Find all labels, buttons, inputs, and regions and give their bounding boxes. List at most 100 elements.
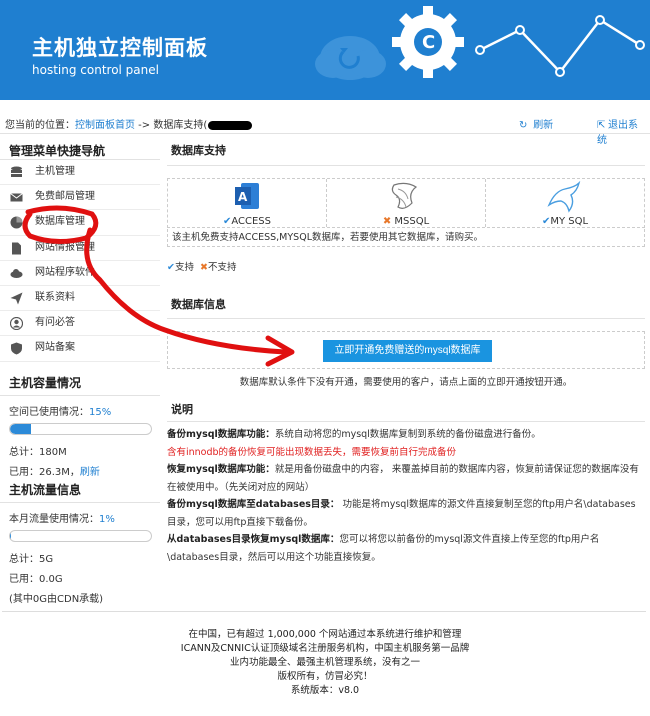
mysql-dolphin-icon (547, 181, 581, 213)
capacity-panel: 主机容量情况 空间已使用情况：15% 总计：180M 已用：26.3M，刷新 (0, 374, 160, 478)
traffic-panel: 主机流量信息 本月流量使用情况：1% 总计：5G 已用：0.0G (其中0G由C… (0, 481, 160, 605)
divider (0, 395, 160, 396)
sidebar-item-host[interactable]: 主机管理 (0, 160, 160, 186)
legend-supported: 支持 (174, 262, 194, 273)
capacity-progress-bar (9, 423, 152, 435)
sidebar-item-database[interactable]: 数据库管理 (0, 210, 160, 236)
sidebar-item-software[interactable]: 网站程序软件 (0, 261, 160, 286)
open-free-mysql-button[interactable]: 立即开通免费赠送的mysql数据库 (323, 340, 492, 362)
sidebar-item-icp[interactable]: 网站备案 (0, 336, 160, 362)
explain-warning: 含有innodb的备份恢复可能出现数据丢失，需要恢复前自行完成备份 (167, 446, 457, 458)
capacity-title: 主机容量情况 (9, 376, 82, 390)
explain-backup: 备份mysql数据库功能：系统自动将您的mysql数据库复制到系统的备份磁盘进行… (167, 426, 645, 444)
refresh-icon: ↻ (519, 120, 528, 131)
svg-text:C: C (422, 32, 435, 53)
shield-icon (10, 342, 23, 355)
svg-text:A: A (238, 190, 248, 204)
explain-todir-label: 备份mysql数据库至databases目录： (167, 499, 340, 510)
user-icon (10, 317, 23, 331)
refresh-link[interactable]: ↻ 刷新 (519, 116, 553, 131)
support-legend: ✔支持 ✖不支持 (167, 259, 237, 273)
traffic-progress-fill (10, 531, 12, 541)
explain-backup-text: 系统自动将您的mysql数据库复制到系统的备份磁盘进行备份。 (274, 429, 541, 440)
mssql-logo-icon (391, 182, 418, 209)
traffic-used: 已用：0.0G (9, 574, 63, 585)
db-name: MSSQL (394, 216, 430, 227)
footer-line: ICANN及CNNIC认证顶级域名注册服务机构，中国主机服务第一品牌 (180, 643, 470, 654)
db-label: ✔ACCESS (168, 216, 326, 227)
explain-backup-label: 备份mysql数据库功能： (167, 429, 275, 440)
breadcrumb-current: 数据库支持( (153, 120, 208, 131)
sidebar-title: 管理菜单快捷导航 (0, 138, 160, 160)
gear-icon: C (392, 6, 464, 78)
explain-restore-label: 恢复mysql数据库功能： (167, 464, 275, 475)
cross-icon: ✖ (200, 262, 208, 273)
capacity-refresh-link[interactable]: 刷新 (80, 467, 100, 478)
sidebar-item-site-info[interactable]: 网站情报管理 (0, 236, 160, 261)
capacity-used-line: 空间已使用情况：15% (0, 403, 160, 418)
divider (0, 502, 160, 503)
explain-restore: 恢复mysql数据库功能：就是用备份磁盘中的内容， 来覆盖掉目前的数据库内容，恢… (167, 461, 645, 496)
capacity-used-percent: 15% (89, 407, 112, 418)
sidebar-item-label: 数据库管理 (35, 216, 85, 228)
explain-title: 说明 (171, 403, 193, 416)
breadcrumb-prefix: 您当前的位置： (5, 120, 75, 131)
sidebar-item-label: 网站程序软件 (35, 266, 95, 278)
sidebar-item-label: 有问必答 (35, 317, 75, 329)
db-cell-mssql: ✖ MSSQL (327, 179, 486, 227)
traffic-used-line: 本月流量使用情况：1% (0, 510, 160, 525)
traffic-total: 总计：5G (9, 554, 54, 565)
capacity-used-size: 已用：26.3M， (9, 467, 80, 478)
explain-text: 备份mysql数据库功能：系统自动将您的mysql数据库复制到系统的备份磁盘进行… (167, 426, 645, 566)
redaction-mark (208, 120, 253, 130)
divider (0, 133, 650, 134)
db-cell-access: A ✔ACCESS (168, 179, 327, 227)
open-db-panel: 立即开通免费赠送的mysql数据库 (167, 331, 645, 369)
trend-line-graphic (479, 18, 641, 74)
db-support-title: 数据库支持 (171, 144, 226, 157)
open-db-description: 数据库默认条件下没有开通，需要使用的客户，请点上面的立即开通按钮开通。 (239, 377, 573, 388)
divider (167, 165, 645, 166)
legend-unsupported: 不支持 (208, 262, 237, 273)
db-name: ACCESS (231, 216, 272, 227)
divider (167, 421, 645, 422)
sidebar-item-label: 网站备案 (35, 342, 75, 354)
document-icon (10, 242, 23, 255)
divider (2, 611, 646, 612)
access-logo-icon: A (235, 183, 259, 209)
sidebar-item-contact[interactable]: 联系资料 (0, 286, 160, 312)
explain-from-dir: 从databases目录恢复mysql数据库：您可以将您以前备份的mysql源文… (167, 531, 645, 566)
db-support-grid: A ✔ACCESS ✖ MSSQL ✔MY SQL (167, 178, 645, 228)
footer-line: 业内功能最全、最强主机管理系统，没有之一 (229, 657, 420, 668)
panel-subtitle: hosting control panel (32, 63, 159, 77)
traffic-progress-bar (9, 530, 152, 542)
cross-icon: ✖ (382, 216, 392, 227)
capacity-total: 总计：180M (9, 447, 67, 458)
db-support-note: 该主机免费支持ACCESS,MYSQL数据库，若要使用其它数据库，请购买。 (167, 229, 645, 247)
cloud-refresh-icon (315, 36, 386, 80)
divider (167, 318, 645, 319)
footer-line: 版权所有，仿冒必究！ (277, 671, 373, 682)
sidebar-item-label: 免费邮局管理 (35, 191, 95, 203)
footer: 在中国，已有超过 1,000,000 个网站通过本系统进行维护和管理 ICANN… (0, 628, 650, 698)
db-cell-mysql: ✔MY SQL (486, 179, 644, 227)
breadcrumb-home-link[interactable]: 控制面板首页 (75, 120, 135, 131)
sidebar: 管理菜单快捷导航 主机管理 免费邮局管理 数据库管理 网站情报管理 网站程序软件… (0, 138, 160, 362)
traffic-used-percent: 1% (99, 514, 115, 525)
capacity-progress-fill (10, 424, 32, 434)
pie-chart-icon (10, 216, 23, 229)
sidebar-item-faq[interactable]: 有问必答 (0, 311, 160, 337)
sidebar-item-mail[interactable]: 免费邮局管理 (0, 185, 160, 211)
mail-icon (10, 191, 23, 204)
footer-version: 系统版本：v8.0 (290, 685, 360, 696)
db-name: MY SQL (550, 216, 589, 227)
traffic-used-label: 本月流量使用情况： (9, 514, 99, 525)
traffic-cdn-note: (其中0G由CDN承载) (9, 594, 104, 605)
footer-line: 在中国，已有超过 1,000,000 个网站通过本系统进行维护和管理 (188, 629, 462, 640)
cloud-icon (10, 267, 23, 280)
logout-icon: ⇱ (597, 120, 606, 131)
sidebar-item-label: 联系资料 (35, 291, 75, 303)
breadcrumb-arrow: -> (135, 120, 154, 131)
explain-fromdir-label: 从databases目录恢复mysql数据库： (167, 534, 340, 545)
main-content: 数据库支持 A ✔ACCESS ✖ MSSQL ✔MY SQL 该主机免费支持A… (167, 138, 645, 608)
